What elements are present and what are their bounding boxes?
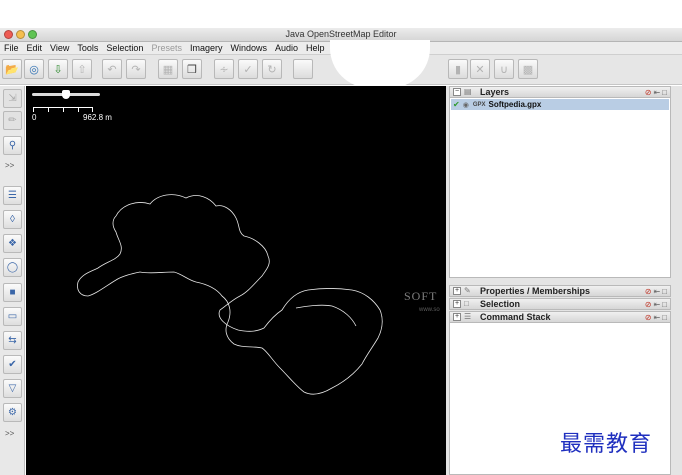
zoom-icon[interactable]: ⚲ (3, 136, 22, 155)
filter-icon[interactable]: ▽ (3, 379, 22, 398)
menu-windows[interactable]: Windows (226, 42, 271, 54)
open-location-icon[interactable]: ◎ (24, 59, 44, 79)
panel-detach-icon[interactable]: □ (662, 300, 667, 309)
expand-tools-toggle[interactable]: >> (5, 161, 14, 170)
undo-icon[interactable]: ↶ (102, 59, 122, 79)
blank-icon[interactable] (293, 59, 313, 79)
panel-pin-icon[interactable]: ⇤ (653, 313, 660, 322)
redo-icon[interactable]: ↷ (126, 59, 146, 79)
panel-detach-icon[interactable]: □ (662, 313, 667, 322)
menu-tools[interactable]: Tools (73, 42, 102, 54)
gpx-track-path (77, 194, 383, 395)
conflict-icon[interactable]: ■ (3, 283, 22, 302)
map-view[interactable]: 0 962.8 m SOFT www.so (26, 86, 446, 475)
properties-panel-header[interactable]: + ✎ Properties / Memberships ⊘ ⇤ □ (449, 285, 671, 297)
save-icon[interactable]: ⇩ (48, 59, 68, 79)
layer-name: Softpedia.gpx (488, 100, 542, 109)
menu-file[interactable]: File (0, 42, 23, 54)
properties-panel-title: Properties / Memberships (480, 286, 591, 296)
draw-icon[interactable]: ✏ (3, 111, 22, 130)
note-icon[interactable]: ▭ (3, 307, 22, 326)
menu-edit[interactable]: Edit (23, 42, 47, 54)
map-watermark-url: www.so (419, 307, 440, 313)
panel-pin-icon[interactable]: ⇤ (653, 88, 660, 97)
layer-visible-check-icon[interactable]: ✔ (453, 100, 460, 109)
layers-icon: ▤ (464, 87, 472, 96)
layers-panel-title: Layers (480, 87, 510, 97)
relation-icon[interactable]: ❖ (3, 234, 22, 253)
gpx-track-segment (295, 304, 357, 327)
preferences-icon[interactable]: ▦ (158, 59, 178, 79)
validation-icon[interactable]: ✓ (238, 59, 258, 79)
validate-check-icon[interactable]: ✔ (3, 355, 22, 374)
selection-panel-title: Selection (480, 299, 521, 309)
open-file-icon[interactable]: 📂 (2, 59, 22, 79)
panel-close-icon[interactable]: ⊘ (645, 313, 652, 322)
refresh-icon[interactable]: ↻ (262, 59, 282, 79)
menu-view[interactable]: View (46, 42, 73, 54)
layer-row[interactable]: ✔ ◉ GPX Softpedia.gpx (451, 99, 669, 110)
layers-panel-header[interactable]: − ▤ Layers ⊘ ⇤ □ (449, 86, 671, 98)
menu-imagery[interactable]: Imagery (186, 42, 227, 54)
selection-panel-header[interactable]: + □ Selection ⊘ ⇤ □ (449, 298, 671, 310)
wireframe-icon[interactable]: ∻ (214, 59, 234, 79)
left-toolbar: ⇲ ✏ ⚲ >> ☰ ◊ ❖ ◯ ■ ▭ ⇆ ✔ ▽ ⚙ >> (0, 86, 25, 475)
menu-selection[interactable]: Selection (102, 42, 147, 54)
expand-tools-toggle-bottom[interactable]: >> (5, 429, 14, 438)
panel-pin-icon[interactable]: ⇤ (653, 300, 660, 309)
panel-pin-icon[interactable]: ⇤ (653, 287, 660, 296)
panel-detach-icon[interactable]: □ (662, 287, 667, 296)
layers-panel-body: ✔ ◉ GPX Softpedia.gpx (449, 98, 671, 278)
properties-icon: ✎ (464, 286, 471, 295)
corner-watermark: 最需教育 (560, 432, 653, 457)
command-stack-panel-header[interactable]: + ☰ Command Stack ⊘ ⇤ □ (449, 311, 671, 323)
split-icon[interactable]: ▮ (448, 59, 468, 79)
panel-close-icon[interactable]: ⊘ (645, 88, 652, 97)
select-icon[interactable]: ⇲ (3, 89, 22, 108)
layer-eye-icon[interactable]: ◉ (463, 101, 469, 109)
copy-icon[interactable]: ❒ (182, 59, 202, 79)
window-title: Java OpenStreetMap Editor (285, 29, 397, 39)
gpx-track (77, 194, 383, 395)
selection-expand-toggle[interactable]: + (453, 300, 461, 308)
panel-detach-icon[interactable]: □ (662, 88, 667, 97)
command-stack-panel-title: Command Stack (480, 312, 551, 322)
panel-close-icon[interactable]: ⊘ (645, 300, 652, 309)
command-stack-expand-toggle[interactable]: + (453, 313, 461, 321)
panel-close-icon[interactable]: ⊘ (645, 287, 652, 296)
selection-icon: □ (464, 299, 469, 308)
lock-icon[interactable]: ∪ (494, 59, 514, 79)
menu-presets[interactable]: Presets (147, 42, 186, 54)
upload-icon[interactable]: ⇧ (72, 59, 92, 79)
layer-type-badge: GPX (472, 101, 486, 108)
reverse-icon[interactable]: ⇆ (3, 331, 22, 350)
audio-icon[interactable]: ▩ (518, 59, 538, 79)
right-panel-column: − ▤ Layers ⊘ ⇤ □ ✔ ◉ GPX Softpedia.gpx +… (446, 86, 682, 475)
menu-audio[interactable]: Audio (271, 42, 302, 54)
map-watermark: SOFT (404, 289, 438, 303)
history-icon[interactable]: ◯ (3, 258, 22, 277)
command-stack-icon: ☰ (464, 312, 472, 321)
layers-collapse-toggle[interactable]: − (453, 88, 461, 96)
settings-gear-icon[interactable]: ⚙ (3, 403, 22, 422)
delete-icon[interactable]: ✕ (470, 59, 490, 79)
tag-icon[interactable]: ◊ (3, 210, 22, 229)
layer-list-icon[interactable]: ☰ (3, 186, 22, 205)
menu-help[interactable]: Help (302, 42, 329, 54)
properties-expand-toggle[interactable]: + (453, 287, 461, 295)
